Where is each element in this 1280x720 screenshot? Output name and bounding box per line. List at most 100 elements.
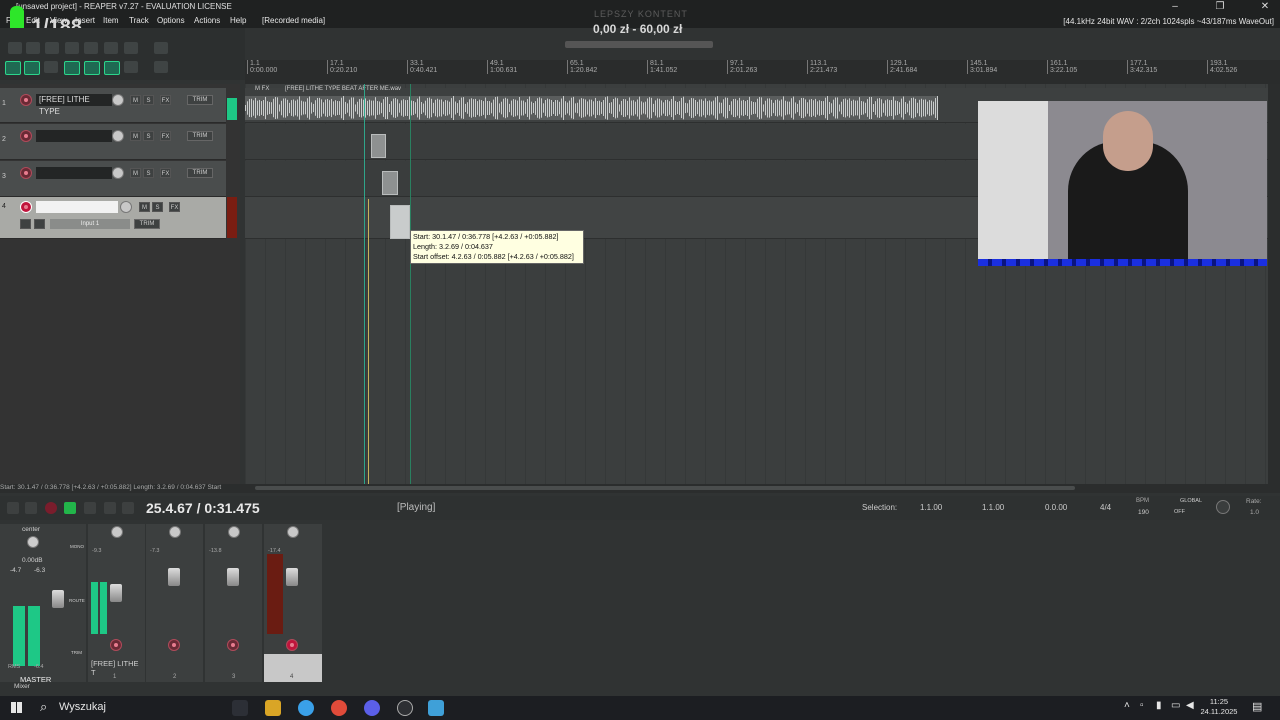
volume-icon[interactable]: ◀ [1186,700,1194,711]
stop-icon[interactable] [104,502,116,514]
close-icon[interactable]: ✕ [1250,0,1280,14]
pan-knob[interactable] [287,526,299,538]
grouping-icon[interactable] [24,61,40,75]
strip-name[interactable]: [FREE] LITHE T [91,659,145,677]
audio-device-status[interactable]: [44.1kHz 24bit WAV : 2/2ch 1024spls ~43/… [1063,17,1274,26]
open-project-icon[interactable] [26,42,40,54]
volume-knob[interactable] [112,167,124,179]
cursor-icon[interactable] [154,61,168,73]
solo-button[interactable]: S [143,131,154,141]
trim-button[interactable]: TRIM [71,650,82,655]
fx-button[interactable]: FX [160,95,171,105]
pause-icon[interactable] [122,502,134,514]
volume-fader[interactable] [286,568,298,586]
pan-knob[interactable] [111,526,123,538]
track-name[interactable] [36,167,112,179]
volume-knob[interactable] [112,130,124,142]
menu-track[interactable]: Track [129,16,149,25]
record-arm-icon[interactable] [227,639,239,651]
chrome-profile-icon[interactable] [331,700,347,716]
record-mode-button[interactable] [34,219,45,229]
notepad-icon[interactable] [428,700,444,716]
track-name[interactable]: [FREE] LITHE TYPE [36,94,112,116]
record-arm-icon[interactable] [168,639,180,651]
media-item-waveform[interactable]: M FX [FREE] LITHE TYPE BEAT AFTER ME.wav [245,86,938,120]
pan-knob[interactable] [228,526,240,538]
chrome-icon[interactable] [298,700,314,716]
ripple-icon[interactable] [5,61,21,75]
volume-knob[interactable] [120,201,132,213]
microphone-icon[interactable]: ▮ [1156,700,1162,711]
menu-recorded-media[interactable]: [Recorded media] [262,16,325,25]
trim-button[interactable]: TRIM [134,219,160,229]
pan-knob[interactable] [169,526,181,538]
tray-device-icon[interactable]: ▫ [1140,700,1144,711]
rate-value[interactable]: 1.0 [1250,509,1259,516]
volume-knob[interactable] [112,94,124,106]
mute-button[interactable]: M [130,131,141,141]
time-display[interactable]: 25.4.67 / 0:31.475 [146,500,260,516]
minimize-icon[interactable]: – [1160,0,1190,14]
record-icon[interactable] [45,502,57,514]
track-name[interactable] [36,201,118,213]
record-arm-icon[interactable] [110,639,122,651]
menu-actions[interactable]: Actions [194,16,220,25]
network-icon[interactable]: ▭ [1171,700,1180,711]
strip-name-box[interactable]: 4 [264,654,322,682]
new-project-icon[interactable] [8,42,22,54]
loop-icon[interactable] [104,61,120,75]
selection-length[interactable]: 0.0.00 [1045,503,1067,512]
master-fader[interactable] [52,590,64,608]
save-project-icon[interactable] [45,42,59,54]
input-monitor-button[interactable] [20,219,31,229]
trim-button[interactable]: TRIM [187,131,213,141]
solo-button[interactable]: S [152,202,163,212]
taskbar-clock[interactable]: 11:25 24.11.2025 [1199,697,1239,717]
grid-icon[interactable] [84,61,100,75]
record-arm-icon[interactable] [20,201,32,213]
mute-button[interactable]: M [139,202,150,212]
record-arm-icon[interactable] [286,639,298,651]
go-to-start-icon[interactable] [7,502,19,514]
menu-help[interactable]: Help [230,16,246,25]
track-name[interactable] [36,130,112,142]
undo-icon[interactable] [84,42,98,54]
track-2-header[interactable]: 2 M S FX TRIM [0,124,226,160]
fx-button[interactable]: FX [160,168,171,178]
volume-fader[interactable] [227,568,239,586]
record-arm-icon[interactable] [20,130,32,142]
lock-icon[interactable] [124,61,138,73]
tray-chevron-icon[interactable]: ˄ [1124,700,1130,711]
horizontal-scrollbar[interactable] [245,484,1280,493]
fx-button[interactable]: FX [160,131,171,141]
volume-fader[interactable] [168,568,180,586]
media-item-track3[interactable] [382,171,398,195]
notifications-icon[interactable]: ▤ [1252,700,1262,713]
track-4-header[interactable]: 4 M S FX Input 1 TRIM [0,197,226,239]
timeline-ruler[interactable]: 1.1 0:00.000 17.1 0:20.210 33.1 0:40.421 49.1 1… [245,60,1280,85]
mute-button[interactable]: M [130,168,141,178]
envelope-icon[interactable] [44,61,58,73]
master-pan-knob[interactable] [27,536,39,548]
discord-icon[interactable] [364,700,380,716]
metronome-icon[interactable] [124,42,138,54]
trim-button[interactable]: TRIM [187,168,213,178]
rewind-icon[interactable] [25,502,37,514]
loop-toggle-icon[interactable] [84,502,96,514]
menu-item[interactable]: Item [103,16,119,25]
taskbar-search[interactable]: Wyszukaj [59,701,106,713]
toggle-icon[interactable] [154,42,168,54]
track-1-header[interactable]: 1 [FREE] LITHE TYPE M S FX TRIM [0,88,226,123]
reaper-icon[interactable] [397,700,413,716]
solo-button[interactable]: S [143,168,154,178]
scroll-thumb[interactable] [255,486,1075,490]
file-explorer-icon[interactable] [265,700,281,716]
route-button[interactable]: ROUTE [69,598,85,603]
menu-options[interactable]: Options [157,16,185,25]
global-state[interactable]: OFF [1174,509,1185,515]
snap-icon[interactable] [64,61,80,75]
record-arm-icon[interactable] [20,167,32,179]
record-arm-icon[interactable] [20,94,32,106]
play-icon[interactable] [64,502,76,514]
media-item-track4[interactable] [390,205,410,239]
